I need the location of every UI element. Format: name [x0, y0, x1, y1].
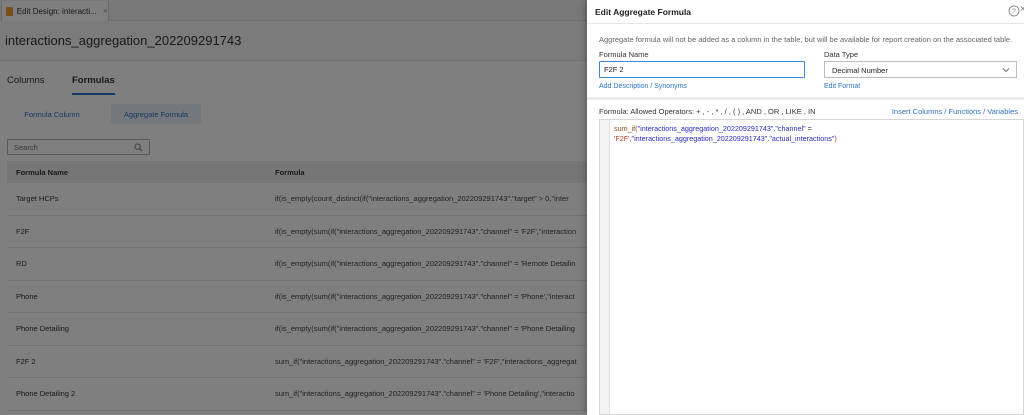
code-table-ref: "interactions_aggregation_202209291743" — [637, 124, 774, 133]
edit-aggregate-formula-panel: Edit Aggregate Formula ? × Aggregate for… — [587, 0, 1024, 415]
allowed-operators-label: Formula: Allowed Operators: + , - , * , … — [599, 107, 816, 116]
editor-gutter — [600, 120, 610, 414]
info-text: Aggregate formula will not be added as a… — [599, 35, 1013, 44]
section-divider — [587, 97, 1024, 100]
code-close-paren: ) — [834, 134, 837, 143]
panel-title: Edit Aggregate Formula — [595, 7, 692, 17]
data-type-select[interactable]: Decimal Number — [824, 61, 1017, 78]
code-literal: 'F2F' — [614, 134, 630, 143]
formula-name-field[interactable] — [599, 61, 805, 78]
formula-code[interactable]: sum_if("interactions_aggregation_2022092… — [614, 124, 1014, 144]
help-icon[interactable]: ? — [1008, 5, 1020, 17]
formula-editor[interactable]: sum_if("interactions_aggregation_2022092… — [599, 119, 1024, 415]
panel-header: Edit Aggregate Formula ? × — [587, 0, 1024, 24]
formula-name-label: Formula Name — [599, 50, 649, 59]
code-operator: = — [805, 124, 812, 133]
code-column-ref: ."channel" — [773, 124, 806, 133]
chevron-down-icon — [1002, 68, 1010, 73]
edit-format-link[interactable]: Edit Format — [824, 83, 860, 90]
code-function: sum_if( — [614, 124, 638, 133]
insert-columns-link[interactable]: Insert Columns / Functions / Variables — [892, 107, 1018, 116]
code-table-ref: "interactions_aggregation_202209291743" — [631, 134, 768, 143]
data-type-label: Data Type — [824, 50, 859, 59]
help-glyph: ? — [1012, 9, 1016, 16]
formula-name-input[interactable] — [604, 65, 794, 74]
code-column-ref: ."actual_interactions" — [767, 134, 835, 143]
data-type-value: Decimal Number — [832, 66, 888, 75]
close-icon[interactable]: × — [1020, 5, 1024, 15]
add-description-link[interactable]: Add Description / Synonyms — [599, 83, 687, 90]
